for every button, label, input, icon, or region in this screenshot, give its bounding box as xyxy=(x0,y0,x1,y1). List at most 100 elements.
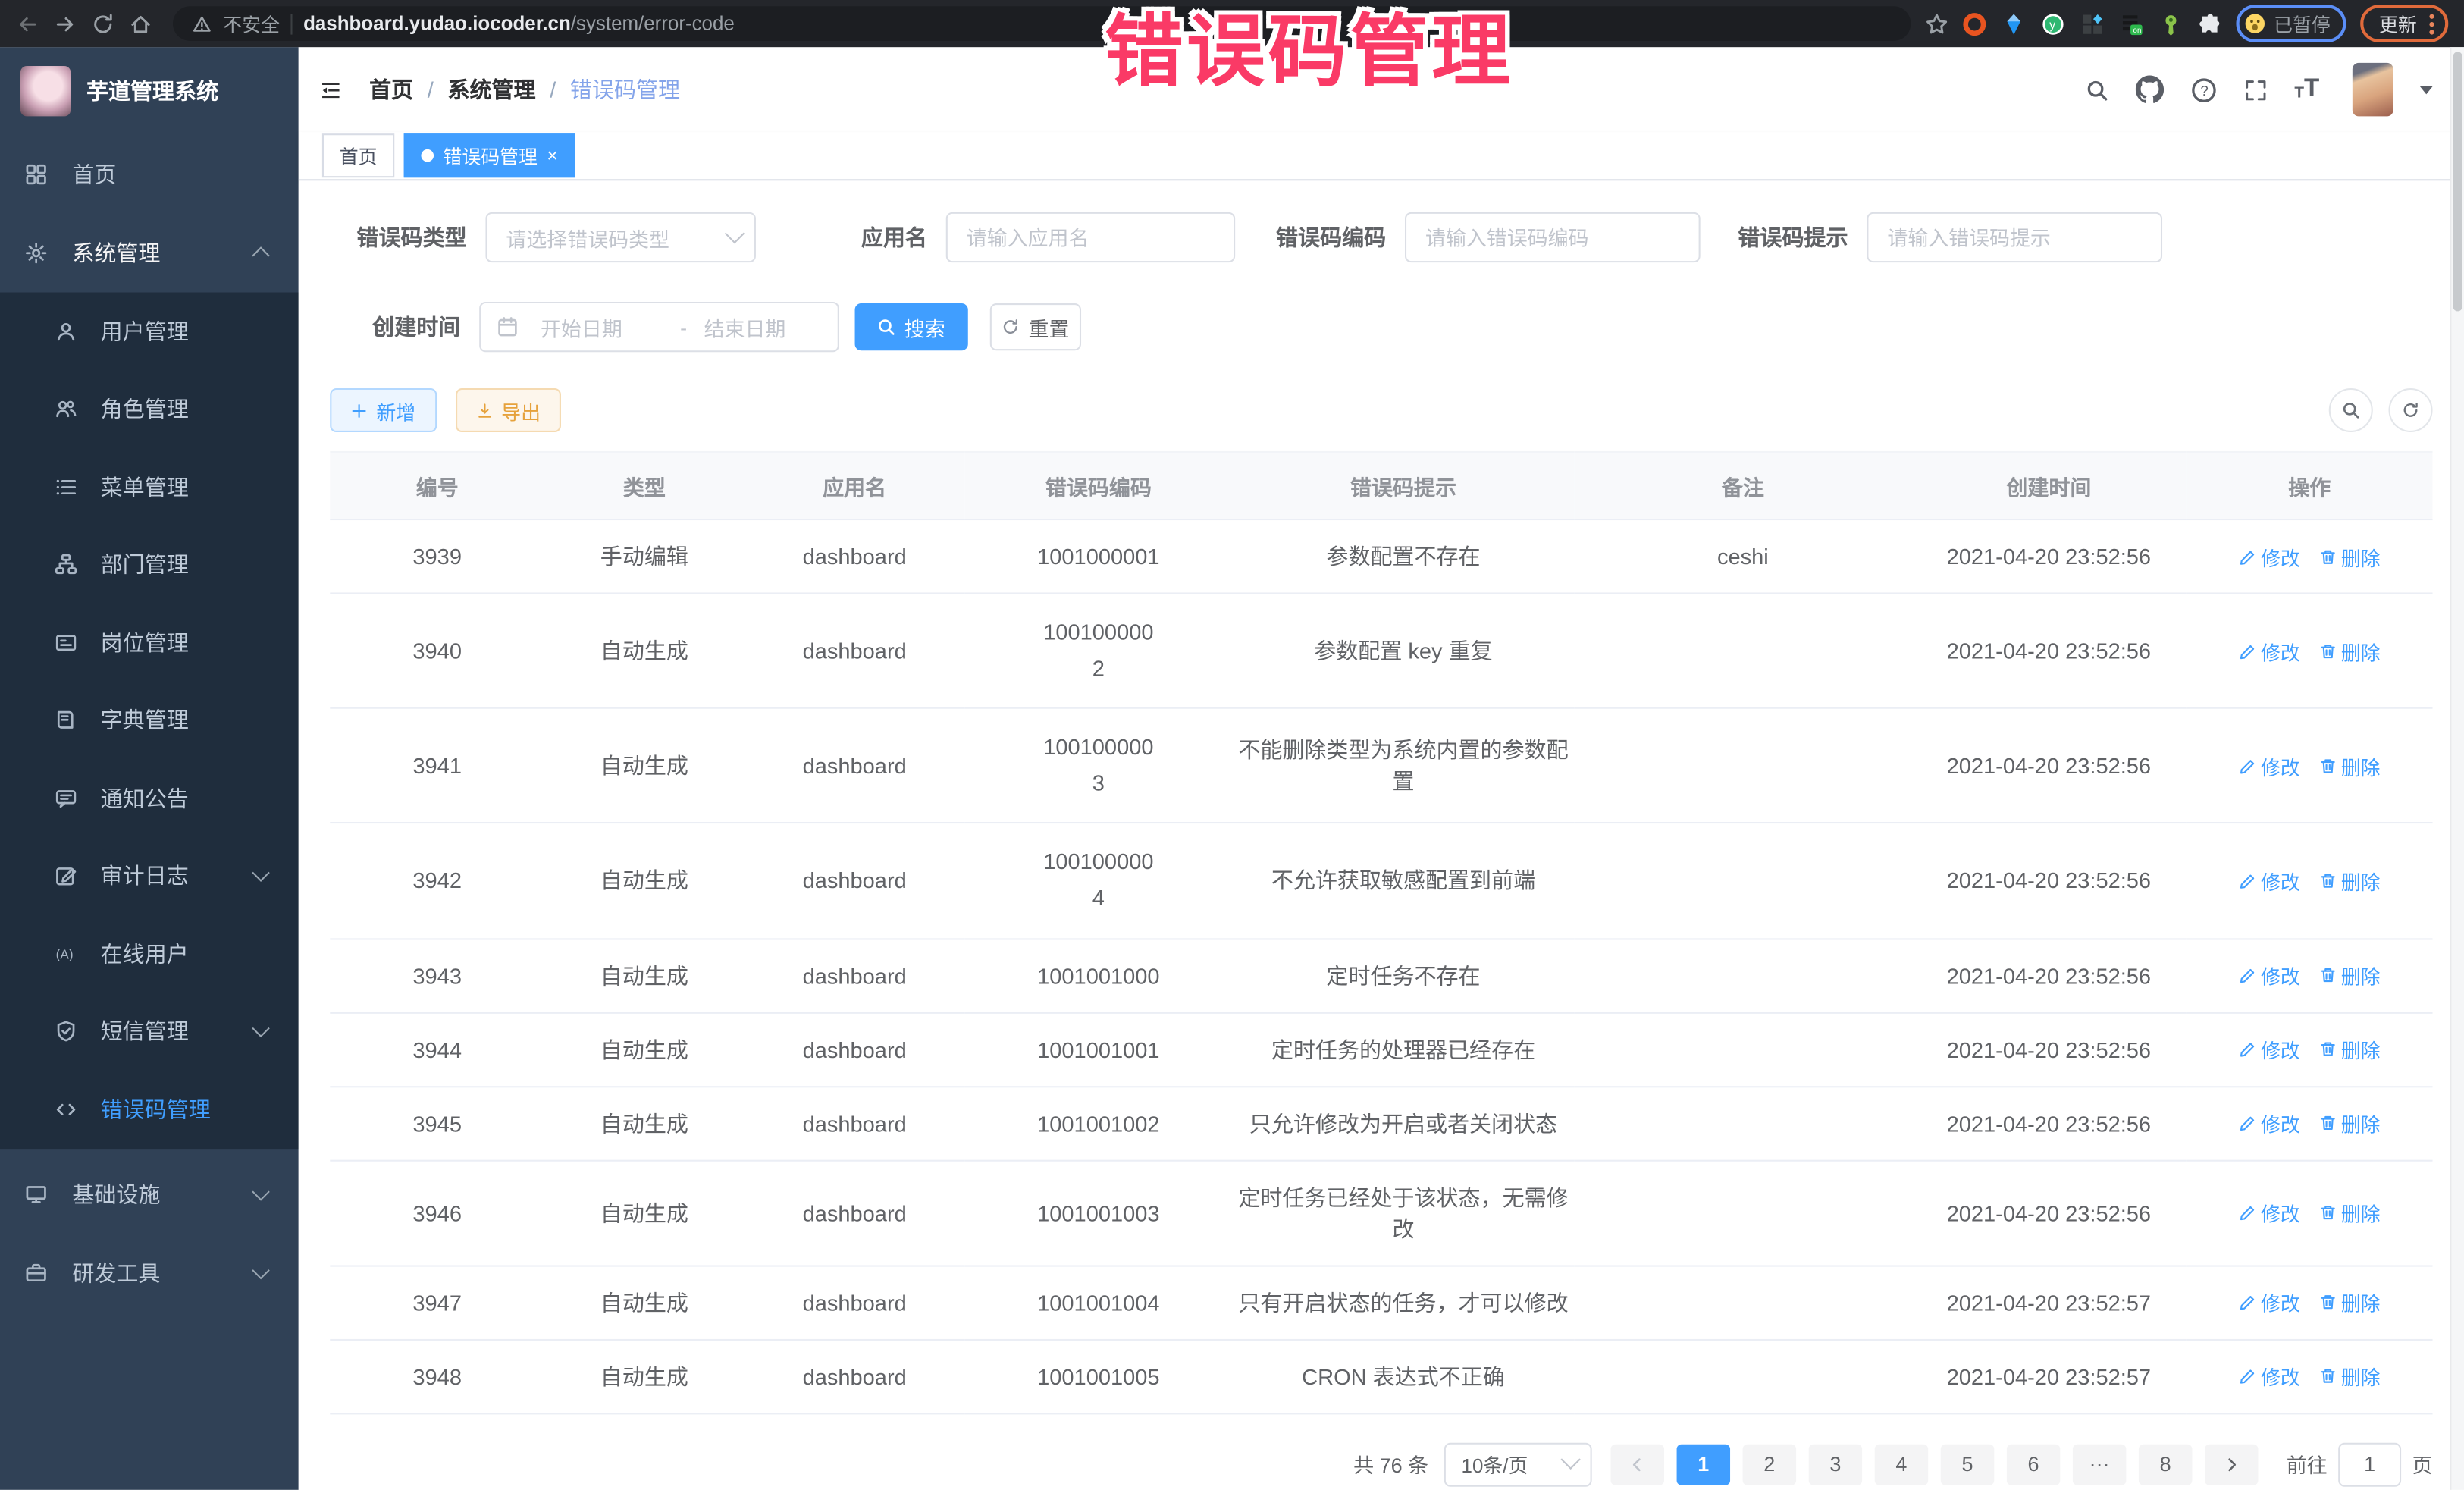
address-bar[interactable]: 不安全 dashboard.yudao.iocoder.cn/system/er… xyxy=(173,6,1911,41)
page-button-3[interactable]: 3 xyxy=(1809,1444,1862,1485)
prev-page-button[interactable] xyxy=(1610,1444,1663,1485)
add-button[interactable]: 新增 xyxy=(330,388,437,432)
page-button-8[interactable]: 8 xyxy=(2139,1444,2192,1485)
sidebar-item-user[interactable]: 用户管理 xyxy=(0,293,299,371)
green-key-icon[interactable] xyxy=(2159,12,2183,36)
cell-id: 3943 xyxy=(330,939,544,1012)
end-date-placeholder[interactable]: 结束日期 xyxy=(704,312,814,341)
bookmark-star-icon[interactable] xyxy=(1925,12,1948,36)
page-button-1[interactable]: 1 xyxy=(1677,1444,1730,1485)
tag-error-code[interactable]: 错误码管理 × xyxy=(404,133,575,177)
export-button[interactable]: 导出 xyxy=(456,388,561,432)
grid-squares-icon[interactable] xyxy=(2080,12,2104,36)
shield-check-icon xyxy=(55,1021,77,1043)
sidebar-item-menu[interactable]: 菜单管理 xyxy=(0,448,299,526)
delete-link[interactable]: 删除 xyxy=(2319,636,2381,666)
green-y-icon[interactable]: y xyxy=(2041,12,2064,36)
screen: 不安全 dashboard.yudao.iocoder.cn/system/er… xyxy=(0,0,2464,1490)
sidebar-item-dict[interactable]: 字典管理 xyxy=(0,682,299,760)
browser-forward-button[interactable] xyxy=(53,12,77,36)
delete-link[interactable]: 删除 xyxy=(2319,1361,2381,1391)
download-icon xyxy=(476,402,494,419)
edit-link[interactable]: 修改 xyxy=(2239,961,2300,990)
sidebar-item-infra[interactable]: 基础设施 xyxy=(0,1154,299,1233)
help-icon[interactable]: ? xyxy=(2191,77,2218,103)
blue-pin-icon[interactable] xyxy=(2002,12,2026,36)
sidebar-item-system[interactable]: 系统管理 xyxy=(0,214,299,293)
font-size-icon[interactable]: TT xyxy=(2294,77,2319,102)
breadcrumb-system[interactable]: 系统管理 xyxy=(447,74,535,105)
edit-link[interactable]: 修改 xyxy=(2239,636,2300,666)
edit-link[interactable]: 修改 xyxy=(2239,1034,2300,1064)
tag-home[interactable]: 首页 xyxy=(322,133,394,177)
delete-link[interactable]: 删除 xyxy=(2319,961,2381,990)
profile-paused-pill[interactable]: 已暂停 xyxy=(2236,5,2346,42)
edit-link[interactable]: 修改 xyxy=(2239,1361,2300,1391)
chevron-down-icon[interactable] xyxy=(2420,86,2433,93)
sidebar-item-post[interactable]: 岗位管理 xyxy=(0,604,299,682)
ubuntu-ring-icon[interactable] xyxy=(1963,12,1986,36)
sidebar-item-home[interactable]: 首页 xyxy=(0,135,299,214)
browser-reload-button[interactable] xyxy=(91,12,114,36)
page-ellipsis[interactable]: ··· xyxy=(2073,1444,2126,1485)
delete-link[interactable]: 删除 xyxy=(2319,751,2381,780)
sidebar-item-sms[interactable]: 短信管理 xyxy=(0,993,299,1071)
error-hint-input[interactable] xyxy=(1867,212,2162,262)
puzzle-icon[interactable] xyxy=(2199,12,2222,36)
filter-app-name: 应用名 xyxy=(861,212,1235,262)
edit-link[interactable]: 修改 xyxy=(2239,1288,2300,1317)
page-scrollbar[interactable] xyxy=(2450,47,2464,1490)
goto-page-input[interactable] xyxy=(2338,1442,2401,1486)
page-size-select[interactable]: 10条/页 xyxy=(1444,1442,1592,1486)
avatar[interactable] xyxy=(2353,63,2393,116)
page-button-2[interactable]: 2 xyxy=(1743,1444,1796,1485)
browser-back-button[interactable] xyxy=(16,12,39,36)
delete-link[interactable]: 删除 xyxy=(2319,1198,2381,1228)
delete-link[interactable]: 删除 xyxy=(2319,541,2381,571)
sidebar-item-dev-tools[interactable]: 研发工具 xyxy=(0,1233,299,1312)
sidebar-item-error-code[interactable]: 错误码管理 xyxy=(0,1071,299,1149)
breadcrumb-home[interactable]: 首页 xyxy=(369,74,413,105)
header-search-icon[interactable] xyxy=(2086,78,2109,102)
sidebar-item-audit-log[interactable]: 审计日志 xyxy=(0,837,299,915)
sidebar-item-dept[interactable]: 部门管理 xyxy=(0,525,299,604)
delete-link[interactable]: 删除 xyxy=(2319,1108,2381,1137)
date-range-picker[interactable]: 开始日期 - 结束日期 xyxy=(479,302,839,352)
sidebar-item-role[interactable]: 角色管理 xyxy=(0,370,299,448)
sidebar-item-online-user[interactable]: (A)在线用户 xyxy=(0,914,299,993)
edit-link[interactable]: 修改 xyxy=(2239,1108,2300,1137)
sidebar-item-label: 在线用户 xyxy=(101,938,189,969)
col-id: 编号 xyxy=(330,452,544,519)
page-button-6[interactable]: 6 xyxy=(2007,1444,2060,1485)
scrollbar-thumb[interactable] xyxy=(2453,52,2462,311)
tag-close-icon[interactable]: × xyxy=(547,146,558,165)
browser-menu-icon[interactable] xyxy=(2429,14,2434,34)
error-type-select[interactable]: 请选择错误码类型 xyxy=(485,212,756,262)
chevron-up-icon xyxy=(252,246,269,264)
edit-link[interactable]: 修改 xyxy=(2239,866,2300,896)
start-date-placeholder[interactable]: 开始日期 xyxy=(541,312,663,341)
sidebar-fold-button[interactable] xyxy=(318,78,344,102)
search-button[interactable]: 搜索 xyxy=(855,303,968,350)
browser-home-button[interactable] xyxy=(129,12,152,36)
error-code-input[interactable] xyxy=(1405,212,1701,262)
next-page-button[interactable] xyxy=(2205,1444,2258,1485)
refresh-table-button[interactable] xyxy=(2389,388,2433,432)
github-icon[interactable] xyxy=(2136,75,2164,103)
browser-update-button[interactable]: 更新 xyxy=(2360,5,2448,42)
reset-button[interactable]: 重置 xyxy=(990,303,1081,350)
edit-link[interactable]: 修改 xyxy=(2239,751,2300,780)
edit-link[interactable]: 修改 xyxy=(2239,541,2300,571)
delete-link[interactable]: 删除 xyxy=(2319,1034,2381,1064)
sidebar-item-notice[interactable]: 通知公告 xyxy=(0,759,299,837)
app-name-input[interactable] xyxy=(946,212,1235,262)
toggle-search-button[interactable] xyxy=(2329,388,2373,432)
page-button-4[interactable]: 4 xyxy=(1875,1444,1928,1485)
delete-link[interactable]: 删除 xyxy=(2319,1288,2381,1317)
app-logo-row[interactable]: 芋道管理系统 xyxy=(0,47,299,135)
fullscreen-icon[interactable] xyxy=(2244,78,2268,102)
list-on-icon[interactable]: on xyxy=(2120,12,2143,36)
delete-link[interactable]: 删除 xyxy=(2319,866,2381,896)
page-button-5[interactable]: 5 xyxy=(1941,1444,1994,1485)
edit-link[interactable]: 修改 xyxy=(2239,1198,2300,1228)
